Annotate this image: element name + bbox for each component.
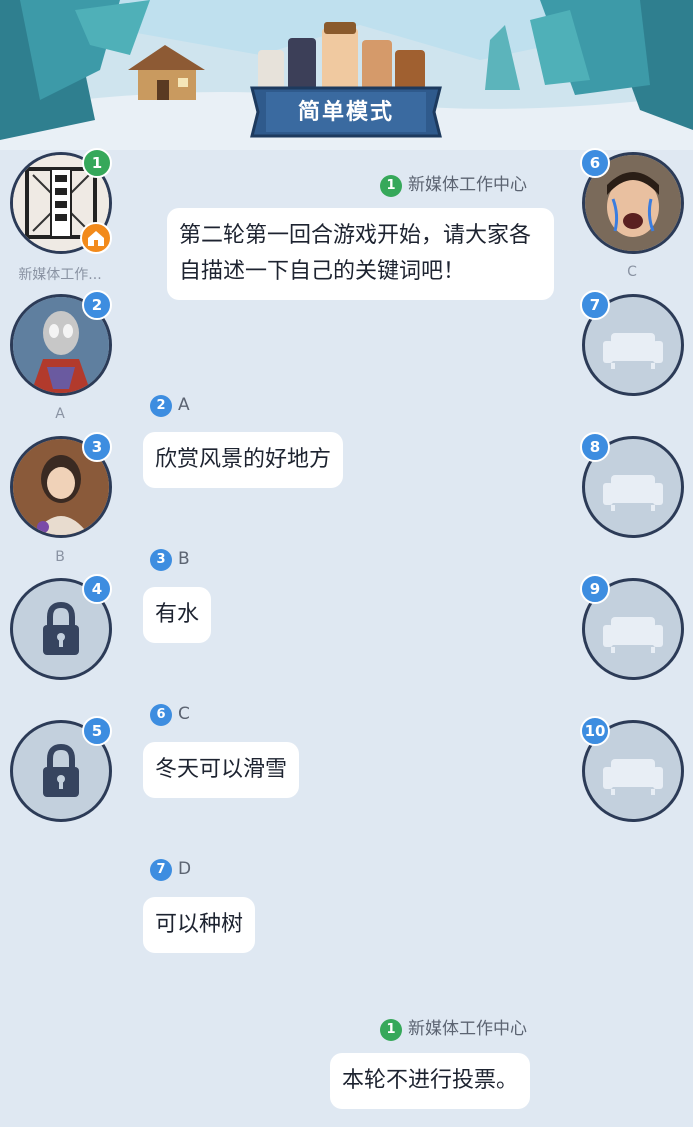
seat-10[interactable]: 10 [580,716,684,822]
home-icon [80,222,112,254]
seat-name: B [55,549,65,565]
message-bubble: 第二轮第一回合游戏开始，请大家各自描述一下自己的关键词吧！ [167,208,554,300]
sender-number-badge: 6 [150,704,172,726]
seat-number-badge: 3 [82,432,112,462]
seat-8[interactable]: 8 [580,432,684,538]
seat-number-badge: 6 [580,148,610,178]
seat-7[interactable]: 7 [580,290,684,396]
seat-number-badge: 2 [82,290,112,320]
seat-6[interactable]: 6 [580,148,684,254]
message-bubble: 有水 [143,587,212,643]
sender-number-badge: 1 [380,175,402,197]
sender-number-badge: 2 [150,395,172,417]
message-sender: 2A [150,395,190,417]
seat-number-badge: 5 [82,716,112,746]
mode-title: 简单模式 [297,100,394,125]
seat-number-badge: 8 [580,432,610,462]
seat-2[interactable]: 2 [10,290,112,396]
seat-number-badge: 9 [580,574,610,604]
sender-name: A [178,395,190,415]
sender-name: 新媒体工作中心 [408,1019,527,1039]
seat-name: C [627,264,637,280]
seat-name: A [55,406,65,422]
message-sender: 6C [150,704,190,726]
seat-number-badge: 7 [580,290,610,320]
message-sender: 1 新媒体工作中心 [380,1014,527,1041]
seat-name: 新媒体工作... [18,267,102,283]
message-sender: 7D [150,859,191,881]
seat-4[interactable]: 4 [10,574,112,680]
message-bubble: 可以种树 [143,897,256,953]
message-bubble: 冬天可以滑雪 [143,742,300,798]
seat-number-badge: 1 [82,148,112,178]
seat-1[interactable]: 1 [10,148,112,254]
message-sender: 1 新媒体工作中心 [380,170,527,197]
sender-name: C [178,704,190,724]
sender-name: 新媒体工作中心 [408,175,527,195]
sender-number-badge: 3 [150,549,172,571]
seat-9[interactable]: 9 [580,574,684,680]
sender-name: B [178,549,190,569]
sender-number-badge: 1 [380,1019,402,1041]
sender-number-badge: 7 [150,859,172,881]
sender-name: D [178,859,192,879]
seat-5[interactable]: 5 [10,716,112,822]
seat-3[interactable]: 3 [10,432,112,538]
message-bubble: 欣赏风景的好地方 [143,432,344,488]
mode-banner: 简单模式 [248,82,444,140]
seat-number-badge: 4 [82,574,112,604]
message-sender: 3B [150,549,190,571]
seat-number-badge: 10 [580,716,610,746]
header-scene: 简单模式 [0,0,693,150]
message-bubble: 本轮不进行投票。 [330,1053,531,1109]
